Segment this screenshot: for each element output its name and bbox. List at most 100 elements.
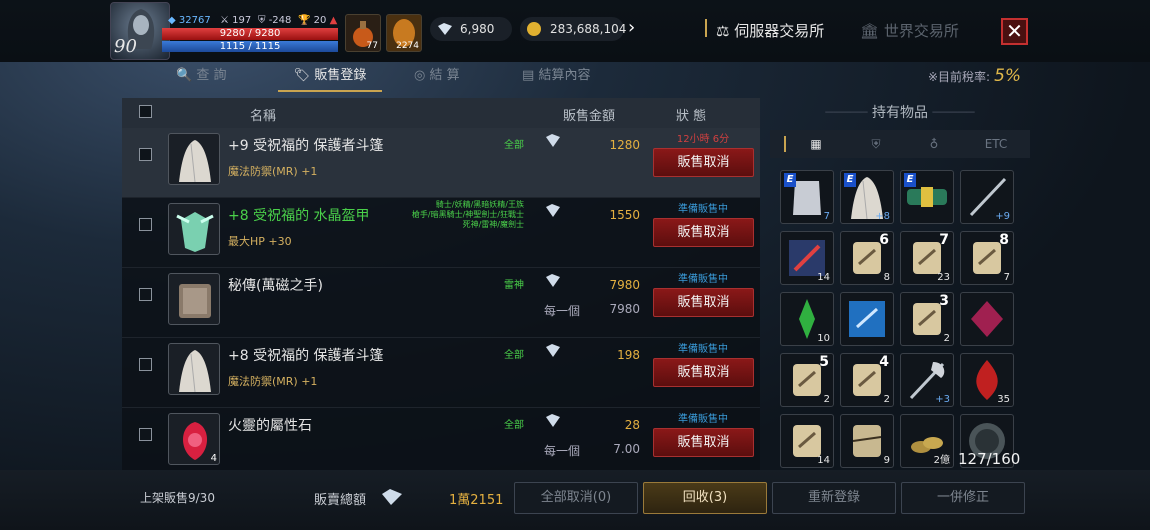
inventory-slot[interactable] (840, 292, 894, 346)
quick-slot-potion[interactable]: 77 (345, 14, 381, 52)
inventory-slot[interactable]: 87 (960, 231, 1014, 285)
col-name: 名稱 (250, 109, 277, 124)
item-quantity: +3 (935, 394, 950, 405)
item-class: 全部 (504, 140, 524, 151)
diamond-icon (546, 134, 560, 147)
enchant-level: 3 (939, 293, 949, 309)
inventory-slot[interactable]: E +8 (840, 170, 894, 224)
tab-accessories[interactable]: ♁ (918, 130, 950, 158)
inventory-slot[interactable]: 9 (840, 414, 894, 468)
tab-settle[interactable]: ◎ 結 算 (414, 62, 494, 92)
trophy-stat: 🏆 20 ▲ (298, 15, 338, 26)
inventory-tabs: ▦ ⛨ ♁ ETC (770, 130, 1030, 158)
inventory-slot[interactable]: 2億 (900, 414, 954, 468)
table-row[interactable]: +8 受祝福的 水晶盔甲 最大HP +30 騎士/妖精/黑暗妖精/王族 槍手/暗黑騎… (122, 198, 760, 268)
gold-coin-icon (527, 22, 541, 36)
item-quantity: 14 (817, 272, 830, 283)
row-checkbox[interactable] (139, 148, 152, 161)
relist-button[interactable]: 重新登錄 (772, 482, 896, 514)
listed-count: 上架販售9/30 (140, 491, 215, 505)
edit-all-button[interactable]: 一併修正 (901, 482, 1025, 514)
inventory-slot[interactable] (960, 292, 1014, 346)
unit-price: 7980 (609, 302, 640, 316)
inventory-slot[interactable]: 42 (840, 353, 894, 407)
inventory-slot[interactable]: 32 (900, 292, 954, 346)
mp-text: 1115 / 1115 (219, 41, 281, 52)
bank-icon: 🏛 (860, 22, 880, 40)
select-all-checkbox[interactable] (139, 105, 152, 118)
inventory-slot[interactable]: 10 (780, 292, 834, 346)
item-name: +9 受祝福的 保護者斗篷 (228, 138, 384, 154)
inventory-slot[interactable]: 7 23 (900, 231, 954, 285)
ring-icon: ♁ (929, 137, 939, 151)
inventory-slot[interactable]: 52 (780, 353, 834, 407)
item-quantity: 2 (883, 394, 890, 405)
row-checkbox[interactable] (139, 428, 152, 441)
item-name: 火靈的屬性石 (228, 418, 312, 434)
equipped-badge: E (784, 173, 796, 187)
book-icon (168, 273, 220, 325)
unit-label: 每一個 (544, 444, 581, 458)
tab-settle-details[interactable]: ▤ 結算內容 (522, 62, 642, 92)
enchant-level: 8 (999, 232, 1009, 248)
table-row[interactable]: +9 受祝福的 保護者斗篷 魔法防禦(MR) +1 全部 1280 12小時 6分 販售取… (122, 128, 760, 198)
quick-slot-scroll[interactable]: 2274 (386, 14, 422, 52)
server-exchange-button[interactable]: ⚖ 伺服器交易所 (716, 20, 824, 41)
cancel-sale-button[interactable]: 販售取消 (653, 428, 754, 457)
cancel-sale-button[interactable]: 販售取消 (653, 148, 754, 177)
tab-search[interactable]: 🔍 查 詢 (176, 62, 256, 92)
enchant-level: 5 (819, 354, 829, 370)
row-checkbox[interactable] (139, 358, 152, 371)
tab-etc[interactable]: ETC (976, 130, 1016, 158)
inventory-panel: ───── 持有物品 ───── ▦ ⛨ ♁ ETC E 7 E +8 E +9 14 6 8 7… (770, 98, 1030, 470)
item-price: 198 (617, 348, 640, 362)
inventory-slot[interactable]: 14 (780, 231, 834, 285)
inventory-slot[interactable]: +3 (900, 353, 954, 407)
diamond-icon (382, 489, 402, 505)
item-quantity: 7 (1003, 272, 1010, 283)
search-icon: 🔍 (176, 68, 193, 83)
row-checkbox[interactable] (139, 218, 152, 231)
enchant-level: 7 (939, 232, 949, 248)
hp-text: 9280 / 9280 (219, 28, 281, 39)
tab-all-items[interactable]: ▦ (800, 130, 832, 158)
cancel-sale-button[interactable]: 販售取消 (653, 218, 754, 247)
fire-stone-icon: 4 (168, 413, 220, 465)
inventory-slot[interactable]: 14 (780, 414, 834, 468)
chevron-right-icon[interactable]: › (628, 17, 635, 38)
item-stat: 最大HP +30 (228, 235, 292, 248)
diamond-icon (546, 414, 560, 427)
cancel-sale-button[interactable]: 販售取消 (653, 358, 754, 387)
item-quantity: +8 (875, 211, 890, 222)
crystal-armor-icon (168, 203, 220, 255)
inventory-slot[interactable]: E (900, 170, 954, 224)
item-quantity: 8 (883, 272, 890, 283)
tab-sell-register[interactable]: 🏷 販售登錄 (278, 62, 382, 92)
cloak-icon (168, 343, 220, 395)
reclaim-button[interactable]: 回收(3) (643, 482, 767, 514)
attack-stat: ⚔ 197 (220, 15, 252, 26)
col-state: 狀 態 (676, 109, 707, 124)
close-button[interactable]: ✕ (1001, 18, 1028, 45)
diamond-icon (546, 274, 560, 287)
world-exchange-button[interactable]: 🏛 世界交易所 (860, 20, 959, 41)
status-badge: 準備販售中 (678, 274, 728, 285)
cancel-sale-button[interactable]: 販售取消 (653, 288, 754, 317)
row-checkbox[interactable] (139, 288, 152, 301)
inventory-slot[interactable]: 68 (840, 231, 894, 285)
player-level: 90 (114, 36, 137, 57)
table-row[interactable]: 4 火靈的屬性石 全部 28 每一個 7.00 準備販售中 販售取消 (122, 408, 760, 478)
inventory-slot[interactable]: E7 (780, 170, 834, 224)
tab-equipment[interactable]: ⛨ (860, 130, 892, 158)
diamond-icon (438, 23, 452, 35)
status-badge: 12小時 6分 (676, 134, 730, 145)
inventory-capacity: 127/160 (958, 450, 1021, 468)
divider (784, 136, 786, 152)
cancel-all-button[interactable]: 全部取消(0) (514, 482, 638, 514)
item-class: 全部 (504, 420, 524, 431)
table-row[interactable]: 秘傳(萬磁之手) 雷神 7980 每一個 7980 準備販售中 販售取消 (122, 268, 760, 338)
inventory-slot[interactable]: 35 (960, 353, 1014, 407)
inventory-slot[interactable]: +9 (960, 170, 1014, 224)
enchant-level: 6 (879, 232, 889, 248)
table-row[interactable]: +8 受祝福的 保護者斗篷 魔法防禦(MR) +1 全部 198 準備販售中 販售取消 (122, 338, 760, 408)
